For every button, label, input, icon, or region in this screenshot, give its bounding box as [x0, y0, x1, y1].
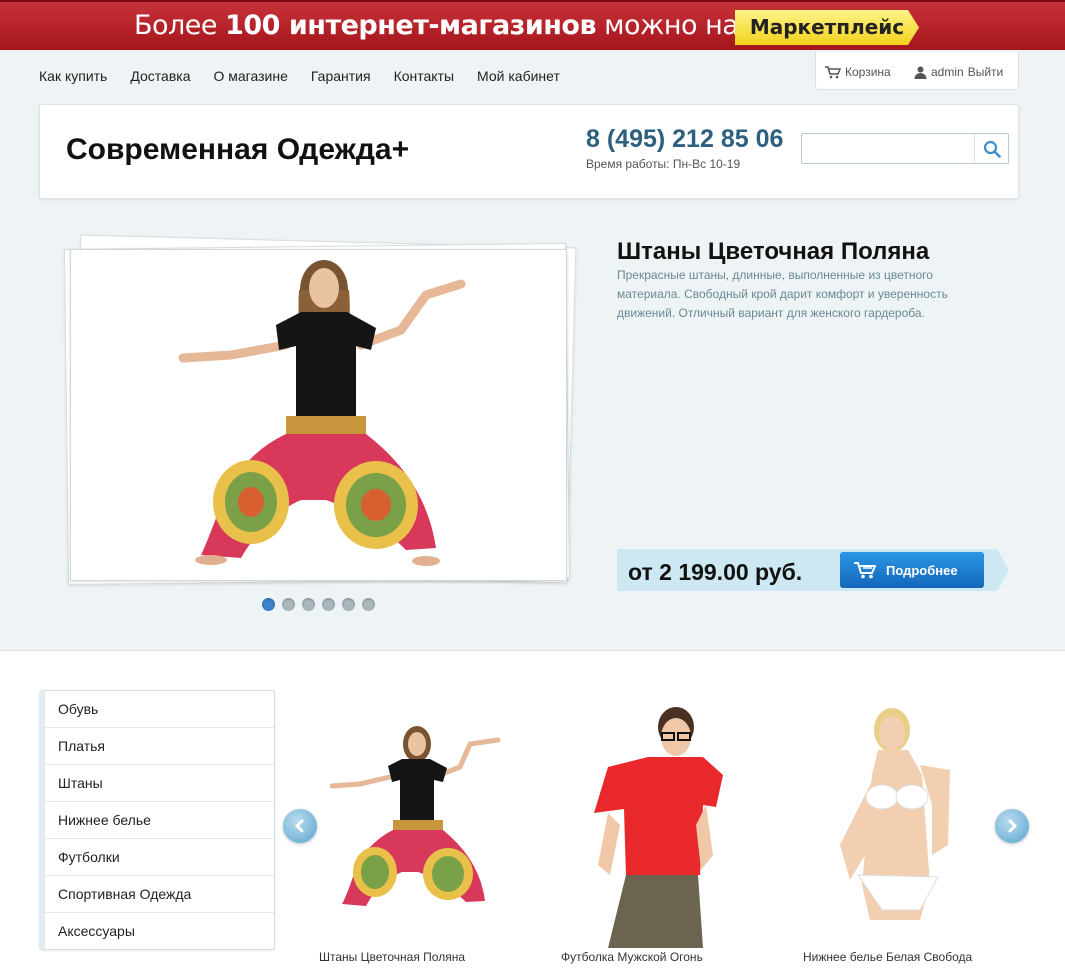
category-menu: Обувь Платья Штаны Нижнее белье Футболки… — [39, 690, 275, 950]
category-item[interactable]: Футболки — [45, 839, 274, 876]
cart-icon — [825, 65, 841, 78]
slide-price: от 2 199.00 руб. — [628, 559, 803, 585]
site-logo[interactable]: Современная Одежда+ — [66, 133, 409, 167]
details-button[interactable]: Подробнее — [840, 552, 984, 588]
user-box: Корзина admin Выйти — [815, 52, 1019, 90]
category-item[interactable]: Аксессуары — [45, 913, 274, 950]
slider-dot[interactable] — [302, 598, 315, 611]
slider-dot[interactable] — [282, 598, 295, 611]
slider-dot[interactable] — [362, 598, 375, 611]
slide-product-description: Прекрасные штаны, длинные, выполненные и… — [617, 268, 948, 320]
banner-text: Более 100 интернет-магазинов можно найти… — [134, 10, 812, 41]
product-image-tshirt[interactable] — [588, 705, 728, 948]
slide-image-frame[interactable] — [70, 249, 567, 581]
pants-model-image — [178, 260, 466, 566]
user-icon — [914, 66, 927, 79]
category-item[interactable]: Нижнее белье — [45, 802, 274, 839]
product-image-underwear[interactable] — [820, 705, 970, 945]
slider-dot[interactable] — [322, 598, 335, 611]
carousel-prev-button[interactable] — [283, 809, 317, 843]
slider-dot[interactable] — [262, 598, 275, 611]
username[interactable]: admin — [931, 65, 964, 79]
details-button-label: Подробнее — [886, 562, 958, 578]
chevron-right-icon — [1008, 819, 1018, 833]
category-item[interactable]: Платья — [45, 728, 274, 765]
slider-dot[interactable] — [342, 598, 355, 611]
nav-contacts[interactable]: Контакты — [394, 68, 454, 84]
search-input[interactable] — [804, 136, 972, 161]
user-info: admin Выйти — [914, 65, 1003, 79]
logout-link[interactable]: Выйти — [968, 65, 1004, 79]
category-item[interactable]: Обувь — [45, 691, 274, 728]
nav-delivery[interactable]: Доставка — [130, 68, 190, 84]
search-button[interactable] — [974, 134, 1008, 163]
product-name[interactable]: Штаны Цветочная Поляна — [319, 950, 465, 964]
search-box — [801, 133, 1009, 164]
top-banner[interactable]: Более 100 интернет-магазинов можно найти… — [0, 0, 1065, 50]
carousel-next-button[interactable] — [995, 809, 1029, 843]
marketplace-button[interactable]: Маркетплейс — [735, 10, 919, 45]
category-item[interactable]: Штаны — [45, 765, 274, 802]
slider-pagination — [262, 598, 382, 611]
site-header: Современная Одежда+ 8 (495) 212 85 06 Вр… — [39, 104, 1019, 199]
slide-product-title[interactable]: Штаны Цветочная Поляна — [617, 238, 929, 266]
category-item[interactable]: Спортивная Одежда — [45, 876, 274, 913]
phone-number: 8 (495) 212 85 06 — [586, 125, 784, 153]
cart-link[interactable]: Корзина — [825, 65, 891, 79]
nav-account[interactable]: Мой кабинет — [477, 68, 560, 84]
search-icon — [983, 140, 1001, 158]
nav-how-to-buy[interactable]: Как купить — [39, 68, 107, 84]
nav-warranty[interactable]: Гарантия — [311, 68, 371, 84]
product-name[interactable]: Футболка Мужской Огонь — [561, 950, 703, 964]
product-image-pants[interactable] — [330, 722, 505, 917]
working-hours: Время работы: Пн-Вс 10-19 — [586, 157, 741, 171]
product-name[interactable]: Нижнее белье Белая Свобода — [803, 950, 972, 964]
cart-label: Корзина — [845, 65, 891, 79]
chevron-left-icon — [294, 819, 304, 833]
cart-icon — [854, 562, 876, 579]
nav-about[interactable]: О магазине — [213, 68, 287, 84]
main-nav: Как купить Доставка О магазине Гарантия … — [39, 68, 583, 84]
